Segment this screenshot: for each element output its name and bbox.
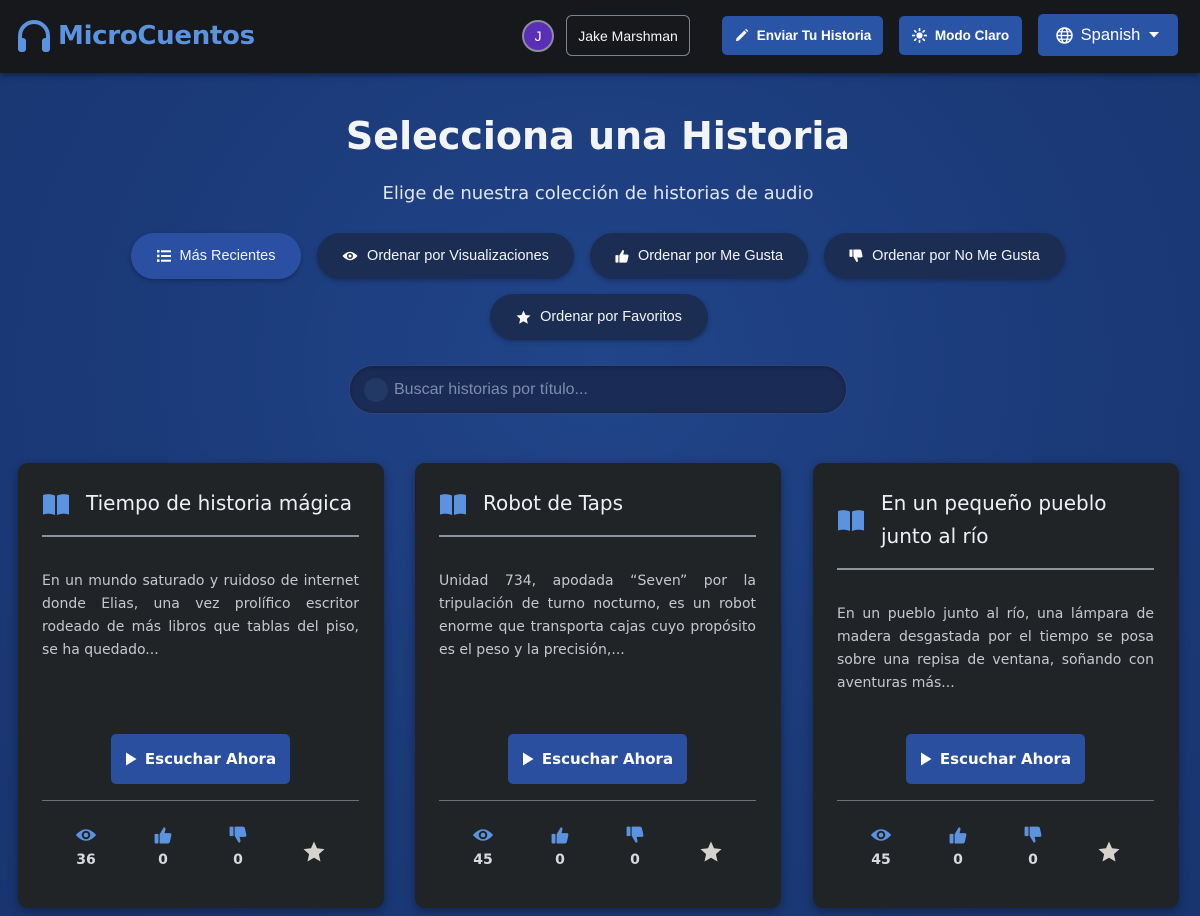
page-title: Selecciona una Historia xyxy=(345,114,851,158)
sort-views-button[interactable]: Ordenar por Visualizaciones xyxy=(317,233,574,279)
search-icon xyxy=(364,378,388,402)
dislikes-count: 0 xyxy=(233,852,243,868)
headphones-icon xyxy=(18,20,50,52)
list-icon xyxy=(156,250,171,262)
search-input[interactable] xyxy=(394,366,834,413)
search-box xyxy=(349,365,847,414)
book-open-icon xyxy=(440,493,466,515)
listen-now-label: Escuchar Ahora xyxy=(144,750,277,768)
sort-favorites-button[interactable]: Ordenar por Favoritos xyxy=(490,294,708,340)
theme-toggle-button[interactable]: Modo Claro xyxy=(899,16,1022,55)
thumbs-up-icon xyxy=(154,827,172,844)
play-icon xyxy=(522,752,534,766)
thumbs-up-icon xyxy=(551,827,569,844)
likes-count: 0 xyxy=(158,852,168,868)
navbar: MicroCuentos J Jake Marshman Enviar Tu H… xyxy=(0,0,1200,73)
eye-icon xyxy=(75,829,97,841)
star-icon[interactable] xyxy=(1097,840,1121,864)
story-description: En un mundo saturado y ruidoso de intern… xyxy=(42,573,359,658)
sort-likes-label: Ordenar por Me Gusta xyxy=(637,248,784,264)
thumbs-down-icon xyxy=(626,826,644,843)
stats-divider xyxy=(439,800,756,801)
listen-now-button[interactable]: Escuchar Ahora xyxy=(508,734,687,784)
listen-now-button[interactable]: Escuchar Ahora xyxy=(906,734,1085,784)
play-icon xyxy=(920,752,932,766)
story-description: Unidad 734, apodada “Seven” por la tripu… xyxy=(439,573,756,658)
thumbs-down-icon xyxy=(1024,826,1042,843)
views-count: 45 xyxy=(473,852,493,868)
sort-recent-label: Más Recientes xyxy=(179,248,276,264)
star-icon[interactable] xyxy=(699,840,723,864)
brand-name: MicroCuentos xyxy=(58,21,255,51)
globe-icon xyxy=(1055,26,1073,44)
sun-icon xyxy=(911,28,927,43)
submit-story-button[interactable]: Enviar Tu Historia xyxy=(722,16,883,55)
dislikes-count: 0 xyxy=(630,852,640,868)
submit-story-label: Enviar Tu Historia xyxy=(756,28,872,43)
sort-likes-button[interactable]: Ordenar por Me Gusta xyxy=(590,233,808,279)
brand-link[interactable]: MicroCuentos xyxy=(16,18,255,54)
thumbs-up-icon xyxy=(615,250,629,263)
eye-icon xyxy=(870,829,892,841)
thumbs-down-icon xyxy=(849,249,863,262)
language-label: Spanish xyxy=(1080,25,1141,44)
thumbs-up-icon xyxy=(949,827,967,844)
book-open-icon xyxy=(43,493,69,515)
story-card-header: Robot de Taps xyxy=(439,487,756,520)
theme-toggle-label: Modo Claro xyxy=(934,28,1010,43)
likes-count: 0 xyxy=(953,852,963,868)
listen-now-label: Escuchar Ahora xyxy=(939,750,1072,768)
views-count: 36 xyxy=(76,852,96,868)
avatar[interactable]: J xyxy=(522,20,554,52)
listen-now-button[interactable]: Escuchar Ahora xyxy=(111,734,290,784)
thumbs-down-icon xyxy=(229,826,247,843)
story-card: Robot de Taps Unidad 734, apodada “Seven… xyxy=(415,463,781,908)
dislikes-stat[interactable]: 0 xyxy=(1013,826,1053,868)
eye-icon xyxy=(472,829,494,841)
star-icon[interactable] xyxy=(302,840,326,864)
story-card-header: En un pequeño pueblo junto al río xyxy=(837,487,1154,553)
views-stat: 45 xyxy=(463,826,503,868)
book-open-icon xyxy=(838,510,864,531)
sort-dislikes-label: Ordenar por No Me Gusta xyxy=(872,248,1040,264)
sort-dislikes-button[interactable]: Ordenar por No Me Gusta xyxy=(824,233,1065,279)
story-description: En un pueblo junto al río, una lámpara d… xyxy=(837,606,1154,691)
sort-recent-button[interactable]: Más Recientes xyxy=(131,233,301,279)
dislikes-stat[interactable]: 0 xyxy=(615,826,655,868)
story-title[interactable]: Robot de Taps xyxy=(483,487,623,520)
pencil-icon xyxy=(735,28,748,42)
listen-now-label: Escuchar Ahora xyxy=(541,750,674,768)
likes-stat[interactable]: 0 xyxy=(938,826,978,868)
sort-views-label: Ordenar por Visualizaciones xyxy=(367,248,549,264)
dislikes-count: 0 xyxy=(1028,852,1038,868)
story-title[interactable]: En un pequeño pueblo junto al río xyxy=(881,487,1154,553)
user-name-button[interactable]: Jake Marshman xyxy=(566,15,690,56)
stats-divider xyxy=(837,800,1154,801)
story-card-header: Tiempo de historia mágica xyxy=(42,487,359,520)
likes-count: 0 xyxy=(555,852,565,868)
page-subtitle: Elige de nuestra colección de historias … xyxy=(382,183,814,204)
views-count: 45 xyxy=(871,852,891,868)
likes-stat[interactable]: 0 xyxy=(143,826,183,868)
chevron-down-icon xyxy=(1149,32,1160,38)
story-title[interactable]: Tiempo de historia mágica xyxy=(86,487,352,520)
story-divider xyxy=(837,568,1154,570)
story-divider xyxy=(42,535,359,537)
story-card: En un pequeño pueblo junto al río En un … xyxy=(813,463,1179,908)
likes-stat[interactable]: 0 xyxy=(540,826,580,868)
play-icon xyxy=(125,752,137,766)
sort-favorites-label: Ordenar por Favoritos xyxy=(540,309,682,325)
views-stat: 45 xyxy=(861,826,901,868)
story-divider xyxy=(439,535,756,537)
dislikes-stat[interactable]: 0 xyxy=(218,826,258,868)
star-icon xyxy=(516,310,531,324)
views-stat: 36 xyxy=(66,826,106,868)
eye-icon xyxy=(342,251,358,261)
story-card: Tiempo de historia mágica En un mundo sa… xyxy=(18,463,384,908)
language-dropdown[interactable]: Spanish xyxy=(1038,14,1178,56)
stats-divider xyxy=(42,800,359,801)
